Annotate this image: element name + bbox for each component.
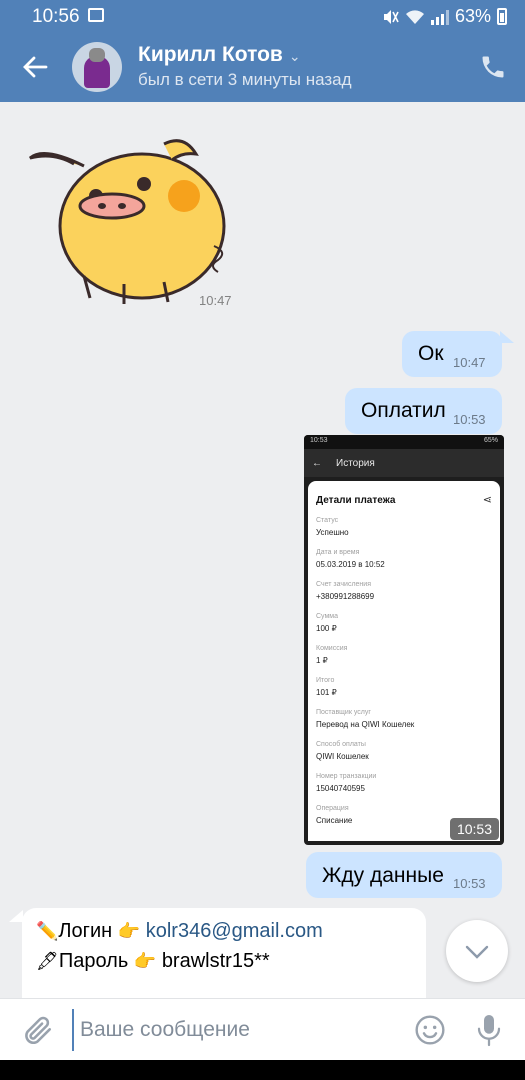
signal-icon (430, 9, 449, 25)
detail-label: Итого (316, 677, 335, 684)
wifi-icon (405, 9, 424, 24)
password-label: Пароль (58, 950, 129, 972)
detail-label: Счет зачисления (316, 581, 371, 588)
paperclip-icon[interactable] (20, 1013, 54, 1047)
composer-bar (0, 998, 525, 1060)
detail-value: +380991288699 (316, 592, 375, 601)
avatar-head (89, 48, 105, 62)
detail-label: Дата и время (316, 549, 360, 556)
scroll-down-button[interactable] (446, 920, 508, 982)
back-arrow-icon[interactable] (22, 54, 48, 80)
bubble-tail (9, 910, 23, 922)
detail-label: Статус (316, 517, 339, 524)
detail-value: QIWI Кошелек (316, 752, 369, 761)
share-icon: ⋖ (482, 494, 492, 506)
message-input[interactable] (72, 1009, 372, 1051)
detail-row: Комиссия 1 ₽ (316, 644, 492, 668)
message-time: 10:53 (453, 876, 486, 891)
image-toolbar: ← История (304, 449, 504, 477)
chat-header: Кирилл Котов ⌄ был в сети 3 минуты назад (0, 34, 525, 102)
battery-icon (497, 8, 507, 25)
emoji-icon[interactable] (414, 1014, 446, 1046)
pointing-hand-icon: 👉 (133, 951, 157, 971)
phone-icon[interactable] (479, 52, 507, 82)
chevron-down-icon: ⌄ (288, 48, 301, 64)
pointing-hand-icon: 👉 (117, 921, 141, 941)
detail-row: Дата и время 05.03.2019 в 10:52 (316, 548, 492, 572)
image-status-battery: 65% (483, 437, 498, 444)
login-line: ✏️Логин 👉 kolr346@gmail.com (36, 920, 323, 943)
detail-row: Номер транзакции 15040740595 (316, 772, 492, 796)
message-text: Жду данные (322, 864, 444, 887)
message-time: 10:47 (453, 355, 486, 370)
pen-icon: 🖋 (36, 951, 59, 971)
message-time: 10:53 (453, 412, 486, 427)
status-time: 10:56 (32, 6, 80, 27)
pencil-icon: ✏️ (36, 921, 59, 941)
status-bar: 10:56 63% (0, 0, 525, 34)
outgoing-message[interactable]: Оплатил 10:53 (345, 388, 502, 434)
detail-label: Поставщик услуг (316, 709, 371, 716)
payment-details-title: Детали платежа (316, 495, 396, 506)
detail-row: Статус Успешно (316, 516, 492, 540)
chevron-down-icon (465, 945, 489, 959)
battery-percent: 63% (454, 6, 491, 26)
detail-value: Перевод на QIWI Кошелек (316, 720, 415, 729)
image-back-icon: ← (312, 457, 322, 469)
status-icons: 63% (381, 6, 507, 27)
payment-screenshot-image[interactable]: 10:53 65% ← История Детали платежа ⋖ Ста… (304, 435, 504, 845)
image-toolbar-title: История (336, 457, 375, 469)
detail-label: Сумма (316, 613, 338, 620)
password-line: 🖋Пароль 👉 brawlstr15** (36, 950, 270, 973)
contact-status: был в сети 3 минуты назад (138, 70, 352, 89)
detail-row: Итого 101 ₽ (316, 676, 492, 700)
detail-value: Успешно (316, 528, 349, 537)
detail-row: Сумма 100 ₽ (316, 612, 492, 636)
mute-icon (383, 9, 399, 24)
detail-row: Поставщик услуг Перевод на QIWI Кошелек (316, 708, 492, 732)
detail-label: Комиссия (316, 645, 348, 652)
incoming-message[interactable]: ✏️Логин 👉 kolr346@gmail.com 🖋Пароль 👉 br… (22, 908, 426, 1008)
detail-value: 1 ₽ (316, 656, 328, 665)
image-time: 10:53 (449, 818, 499, 840)
image-status-bar: 10:53 65% (304, 435, 504, 449)
microphone-icon[interactable] (474, 1012, 504, 1048)
detail-value: 101 ₽ (316, 688, 337, 697)
message-text: Оплатил (361, 399, 446, 422)
system-nav-bar (0, 1060, 525, 1080)
outgoing-message[interactable]: Жду данные 10:53 (306, 852, 502, 898)
message-text: Ок (418, 342, 444, 365)
bubble-tail (500, 331, 514, 343)
pig-sticker[interactable] (24, 126, 234, 306)
login-label: Логин (58, 920, 113, 942)
detail-row: Способ оплаты QIWI Кошелек (316, 740, 492, 764)
detail-label: Номер транзакции (316, 773, 377, 780)
image-status-time: 10:53 (310, 437, 328, 444)
contact-name-text: Кирилл Котов (138, 43, 283, 66)
avatar[interactable] (72, 42, 122, 92)
contact-name[interactable]: Кирилл Котов ⌄ (138, 43, 301, 67)
detail-value: 15040740595 (316, 784, 365, 793)
gallery-notification-icon (88, 8, 104, 22)
outgoing-message[interactable]: Ок 10:47 (402, 331, 502, 377)
message-time: 10:47 (199, 293, 232, 308)
password-value: brawlstr15** (161, 950, 270, 972)
detail-value: 100 ₽ (316, 624, 337, 633)
detail-label: Способ оплаты (316, 741, 366, 748)
detail-label: Операция (316, 805, 349, 812)
email-link[interactable]: kolr346@gmail.com (146, 920, 323, 942)
payment-details-card: Детали платежа ⋖ Статус Успешно Дата и вр… (308, 481, 500, 841)
detail-value: 05.03.2019 в 10:52 (316, 560, 385, 569)
detail-row: Счет зачисления +380991288699 (316, 580, 492, 604)
